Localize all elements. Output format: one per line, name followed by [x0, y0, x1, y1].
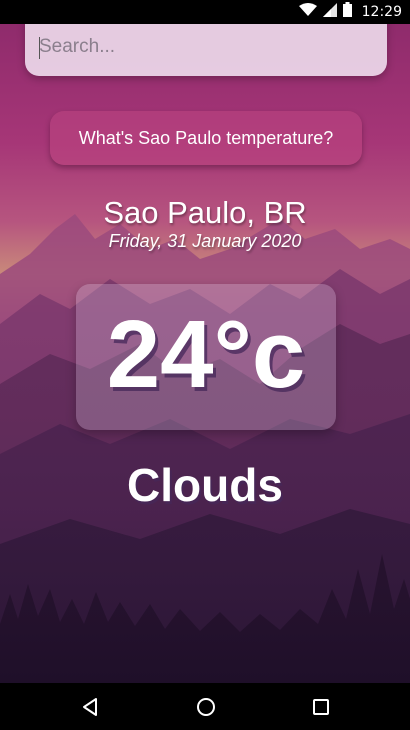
- date-label: Friday, 31 January 2020: [108, 231, 302, 251]
- wifi-icon: [298, 2, 317, 22]
- back-icon[interactable]: [77, 694, 103, 720]
- text-cursor: [39, 37, 40, 59]
- home-icon[interactable]: [193, 694, 219, 720]
- status-icons: 12:29: [298, 0, 402, 24]
- ask-temperature-label: What's Sao Paulo temperature?: [78, 127, 334, 148]
- ask-temperature-button[interactable]: What's Sao Paulo temperature?: [50, 111, 362, 165]
- search-input[interactable]: [39, 32, 369, 62]
- weather-condition: Clouds: [127, 459, 283, 511]
- status-time: 12:29: [361, 4, 402, 20]
- status-bar: 12:29: [0, 0, 410, 24]
- search-bar: [25, 18, 387, 76]
- temperature-value: 24°c: [106, 301, 306, 408]
- navigation-bar: [0, 683, 410, 730]
- weather-app-screen: 12:29 Search... What's Sao Paulo tempera…: [0, 0, 410, 730]
- location-label: Sao Paulo, BR: [103, 195, 307, 230]
- recents-icon[interactable]: [308, 694, 334, 720]
- battery-icon: [342, 2, 352, 22]
- temperature-card: 24°c: [76, 284, 336, 430]
- signal-icon: [322, 2, 337, 22]
